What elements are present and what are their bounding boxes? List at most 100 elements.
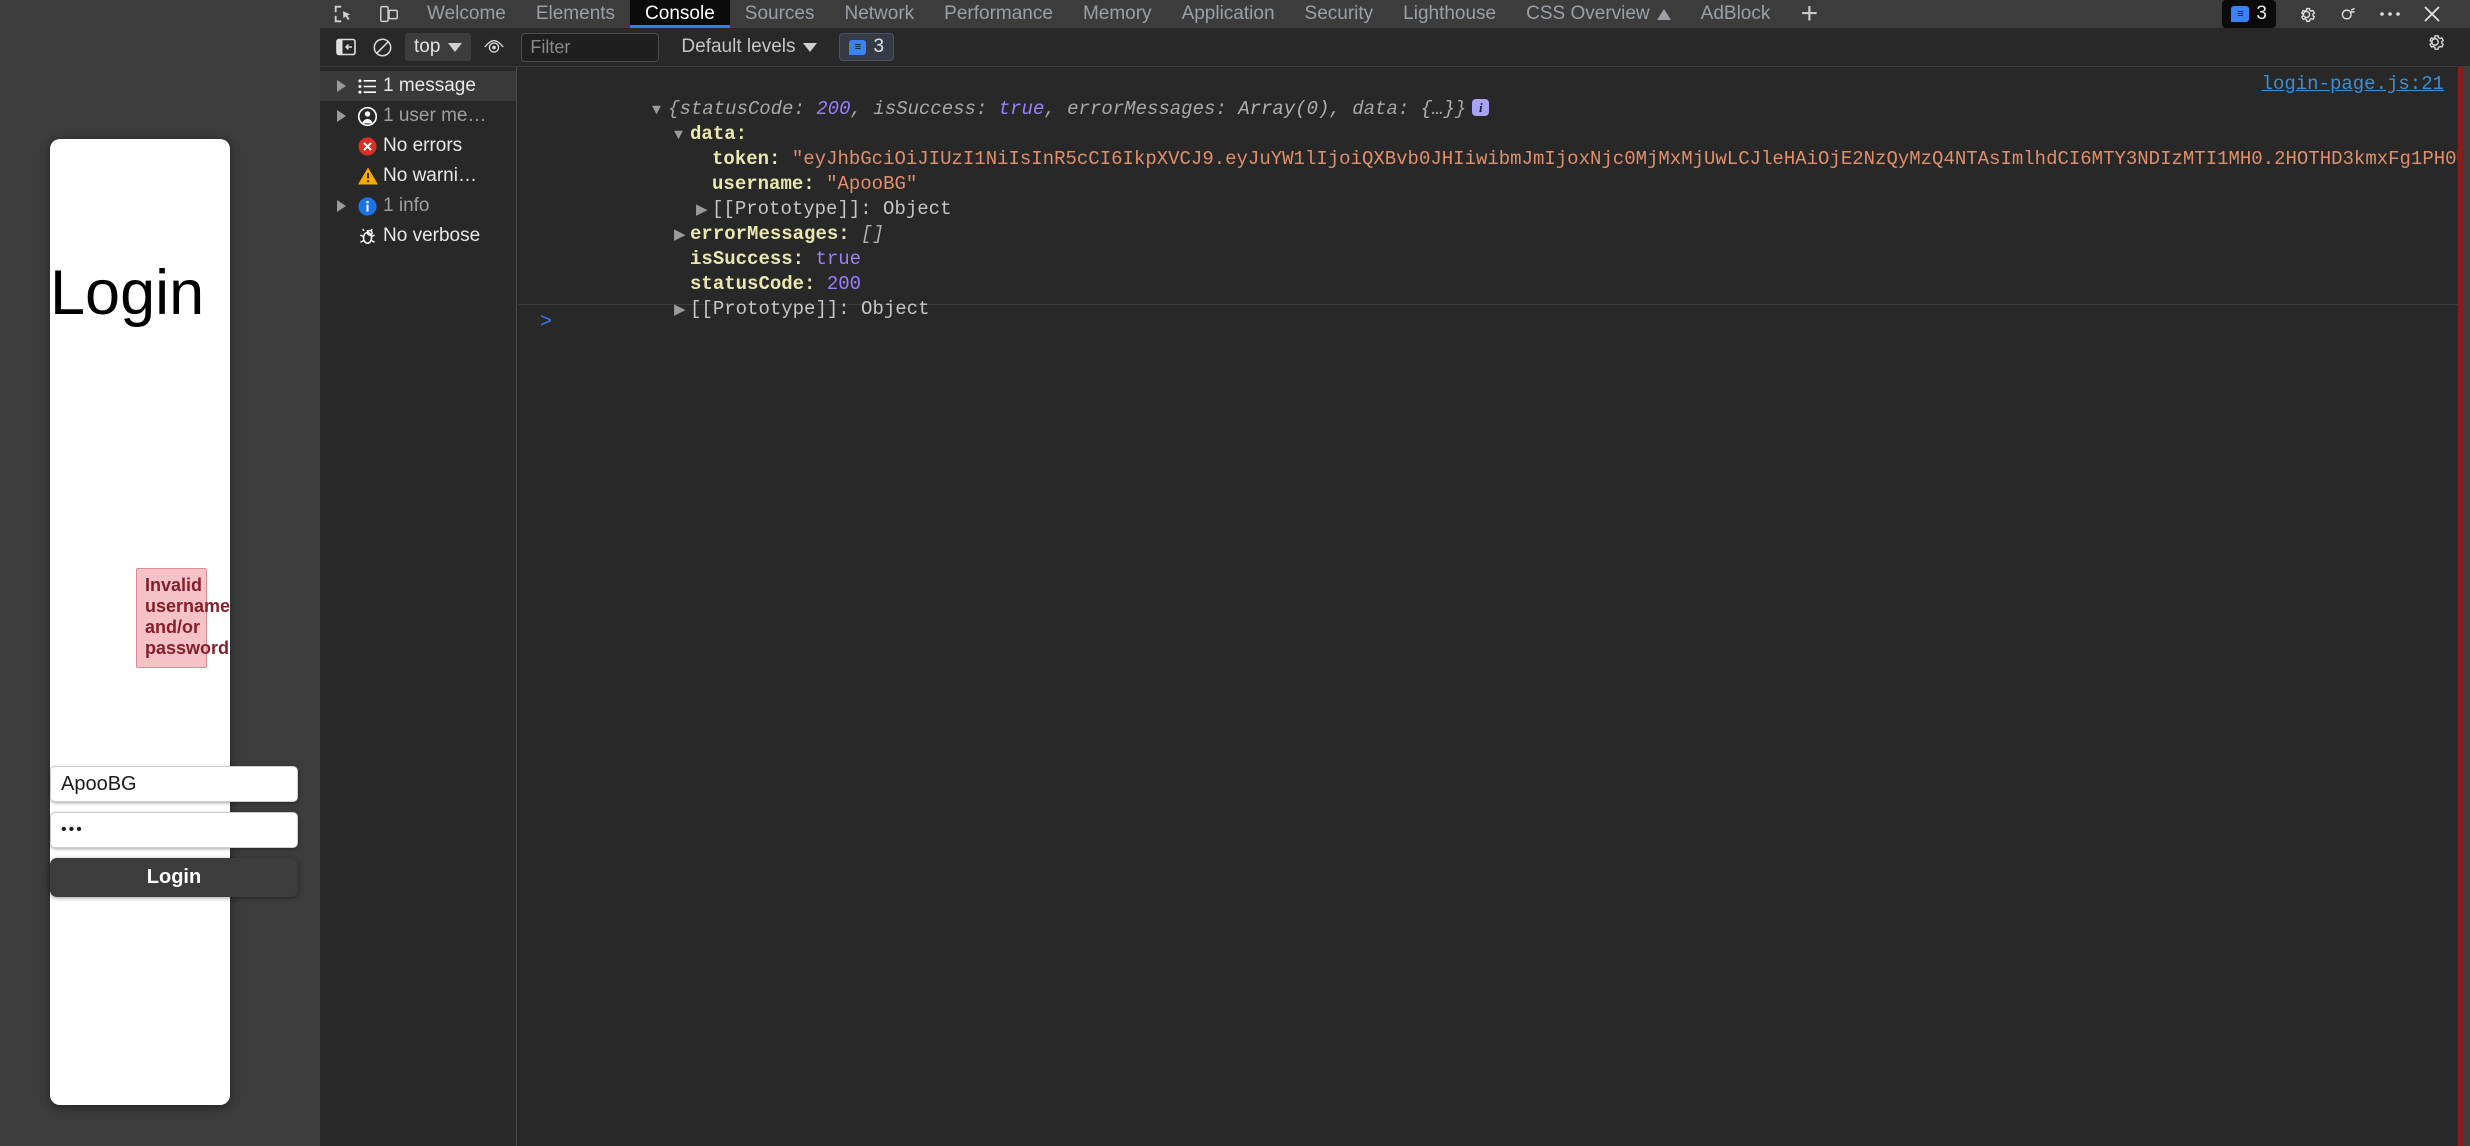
preview-key-statuscode: statusCode: xyxy=(679,98,805,120)
issues-count: 3 xyxy=(873,36,885,57)
tab-label: Sources xyxy=(744,3,815,24)
value-errormessages: [] xyxy=(861,223,884,245)
tab-label: CSS Overview xyxy=(1526,3,1650,24)
value-token: "eyJhbGciOiJIUzI1NiIsInR5cCI6IkpXVCJ9.ey… xyxy=(791,148,2458,170)
value-prototype-outer: [[Prototype]]: Object xyxy=(690,298,930,320)
console-sidebar-toggle-icon[interactable] xyxy=(328,32,364,62)
username-input[interactable] xyxy=(50,766,298,802)
prompt-chevron-icon: > xyxy=(540,310,553,334)
warning-icon xyxy=(352,166,383,186)
info-badge-icon: i xyxy=(1472,99,1490,116)
key-statuscode: statusCode: xyxy=(690,273,816,295)
issues-bubble-icon: ≡ xyxy=(2231,6,2250,22)
preview-open: { xyxy=(668,98,680,120)
warning-triangle-icon xyxy=(1656,8,1671,20)
sidebar-item-label: No warni… xyxy=(383,165,477,186)
clear-console-icon[interactable] xyxy=(364,32,400,62)
preview-value-issuccess: true xyxy=(998,98,1045,120)
sidebar-item-label: No verbose xyxy=(383,225,481,246)
key-token: token: xyxy=(712,148,781,170)
preview-key-issuccess: isSuccess: xyxy=(873,98,988,120)
tab-console[interactable]: Console xyxy=(630,0,730,28)
close-devtools-icon[interactable] xyxy=(2414,0,2450,28)
password-input[interactable] xyxy=(50,812,298,848)
customize-devtools-icon[interactable] xyxy=(2330,0,2366,28)
bug-icon xyxy=(352,226,383,247)
collapse-arrow-icon[interactable]: ▼ xyxy=(674,122,690,148)
tab-label: Security xyxy=(1304,3,1374,24)
log-row-token: token: "eyJhbGciOiJIUzI1NiIsInR5cCI6IkpX… xyxy=(518,122,2458,170)
console-filter-input[interactable] xyxy=(521,32,660,62)
add-tab-button[interactable]: + xyxy=(1785,0,1833,29)
issues-bubble-icon: ≡ xyxy=(849,39,867,55)
expand-arrow-icon[interactable]: ▶ xyxy=(674,297,690,323)
inspect-element-icon[interactable] xyxy=(320,0,366,28)
issues-badge[interactable]: ≡ 3 xyxy=(2222,0,2276,28)
tab-sources[interactable]: Sources xyxy=(730,0,830,28)
levels-label: Default levels xyxy=(681,36,796,57)
tab-label: Welcome xyxy=(427,3,506,24)
tab-label: Application xyxy=(1181,3,1275,24)
tab-label: Lighthouse xyxy=(1403,3,1497,24)
user-icon xyxy=(352,106,383,127)
info-icon xyxy=(352,196,383,217)
sidebar-item-messages[interactable]: 1 message xyxy=(320,71,516,101)
preview-value-errormessages: Array(0) xyxy=(1238,98,1330,120)
tabs: Welcome Elements Console Sources Network… xyxy=(412,0,1833,29)
expand-arrow-icon[interactable] xyxy=(330,80,352,92)
value-issuccess: true xyxy=(815,248,862,270)
preview-value-data: {…} xyxy=(1420,98,1455,120)
tab-adblock[interactable]: AdBlock xyxy=(1686,0,1786,28)
tab-application[interactable]: Application xyxy=(1167,0,1290,28)
more-options-icon[interactable] xyxy=(2372,0,2408,28)
expand-arrow-icon[interactable]: ▶ xyxy=(696,197,712,223)
value-username: "ApooBG" xyxy=(826,173,918,195)
tab-welcome[interactable]: Welcome xyxy=(412,0,521,28)
sidebar-item-warnings[interactable]: No warni… xyxy=(320,161,516,191)
sidebar-item-user-messages[interactable]: 1 user me… xyxy=(320,101,516,131)
login-button[interactable]: Login xyxy=(50,858,298,897)
tabstrip-right-controls: ≡ 3 xyxy=(2222,0,2464,28)
sidebar-item-info[interactable]: 1 info xyxy=(320,191,516,221)
console-log-area: login-page.js:21 ▼ {statusCode: 200, isSu… xyxy=(518,67,2458,1146)
tab-elements[interactable]: Elements xyxy=(521,0,630,28)
page-viewport: Login Invalid username and/or password L… xyxy=(0,0,320,1146)
sidebar-item-label: No errors xyxy=(383,135,463,156)
key-issuccess: isSuccess: xyxy=(690,248,805,270)
key-errormessages: errorMessages: xyxy=(690,223,850,245)
execution-context-select[interactable]: top xyxy=(405,33,472,61)
tab-security[interactable]: Security xyxy=(1290,0,1389,28)
expand-arrow-icon[interactable] xyxy=(330,110,352,122)
preview-close: } xyxy=(1454,98,1467,120)
chevron-down-icon xyxy=(448,42,463,52)
console-settings-gear-icon[interactable] xyxy=(2424,31,2446,58)
preview-key-errormessages: errorMessages: xyxy=(1067,98,1227,120)
tab-label: Elements xyxy=(535,3,616,24)
live-expression-eye-icon[interactable] xyxy=(476,32,512,62)
tab-lighthouse[interactable]: Lighthouse xyxy=(1388,0,1511,28)
login-error-alert: Invalid username and/or password xyxy=(136,568,230,668)
expand-arrow-icon[interactable] xyxy=(330,200,352,212)
tab-memory[interactable]: Memory xyxy=(1068,0,1167,28)
device-toolbar-icon[interactable] xyxy=(366,0,412,28)
collapse-arrow-icon[interactable]: ▼ xyxy=(652,97,668,123)
chevron-down-icon xyxy=(803,42,818,52)
value-statuscode: 200 xyxy=(826,273,862,295)
toolbar-issues-badge[interactable]: ≡ 3 xyxy=(839,33,895,61)
tab-label: Memory xyxy=(1082,3,1152,24)
preview-key-data: data: xyxy=(1352,98,1410,120)
sidebar-item-errors[interactable]: No errors xyxy=(320,131,516,161)
source-link[interactable]: login-page.js:21 xyxy=(2262,73,2444,95)
settings-gear-icon[interactable] xyxy=(2288,0,2324,28)
screen: Login Invalid username and/or password L… xyxy=(0,0,2470,1146)
tab-network[interactable]: Network xyxy=(829,0,929,28)
list-icon xyxy=(352,78,383,95)
sidebar-item-label: 1 message xyxy=(383,75,476,96)
expand-arrow-icon[interactable]: ▶ xyxy=(674,222,690,248)
tab-performance[interactable]: Performance xyxy=(929,0,1068,28)
tab-css-overview[interactable]: CSS Overview xyxy=(1511,0,1686,28)
sidebar-item-verbose[interactable]: No verbose xyxy=(320,221,516,251)
key-data: data: xyxy=(690,123,748,145)
tab-label: Performance xyxy=(944,3,1053,24)
log-levels-select[interactable]: Default levels xyxy=(681,36,818,58)
